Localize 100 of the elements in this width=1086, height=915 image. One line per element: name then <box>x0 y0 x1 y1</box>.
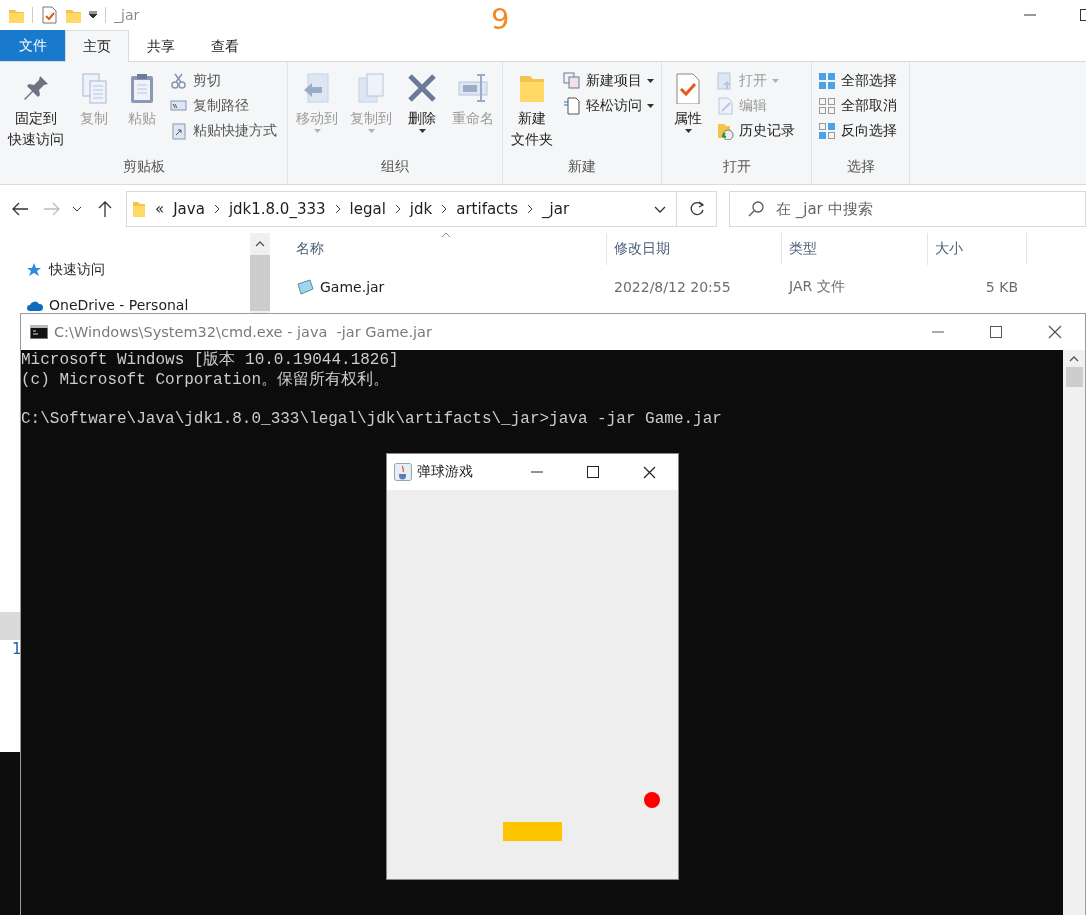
ribbon-tab[interactable]: 主页 <box>65 30 129 62</box>
group-label: 选择 <box>845 158 876 176</box>
scroll-up-icon[interactable] <box>255 241 265 247</box>
window-title: 弹球游戏 <box>417 463 473 481</box>
console-line: (c) Microsoft Corporation。保留所有权利。 <box>21 370 391 390</box>
chevron-right-icon <box>441 204 448 214</box>
caret-icon <box>772 79 779 83</box>
sort-caret-icon[interactable] <box>441 232 451 238</box>
new-item-icon <box>563 72 581 90</box>
ribbon-button[interactable]: 历史记录 <box>714 120 797 142</box>
button-label: 删除 <box>408 109 436 128</box>
chevron-down-icon[interactable] <box>654 205 667 213</box>
ribbon-button[interactable]: 新建项目 <box>561 70 656 92</box>
group-label: 打开 <box>721 158 752 176</box>
chevron-down-icon[interactable] <box>72 206 82 212</box>
ribbon-button[interactable]: 全部取消 <box>816 95 899 117</box>
scrollbar-thumb[interactable] <box>1065 367 1083 387</box>
table-cell-text: JAR 文件 <box>787 277 846 296</box>
scroll-up-icon[interactable] <box>1069 356 1079 362</box>
breadcrumb-item[interactable]: _jar <box>542 200 570 218</box>
caret-icon <box>367 129 375 133</box>
breadcrumb-item[interactable]: legal <box>349 200 386 218</box>
scrollbar-thumb[interactable] <box>250 255 270 311</box>
chevron-right-icon <box>213 204 220 214</box>
history-icon <box>716 122 734 140</box>
column-header[interactable]: 大小 <box>928 233 1027 265</box>
annotation-number: 9 <box>491 2 510 36</box>
refresh-icon <box>688 201 705 217</box>
java-cup-icon <box>394 463 412 481</box>
ribbon-button[interactable]: 粘贴快捷方式 <box>168 120 279 142</box>
edit-icon <box>716 97 734 115</box>
caret-icon <box>313 129 321 133</box>
button-label: 粘贴 <box>128 109 156 128</box>
group-label: 剪贴板 <box>121 158 166 176</box>
ribbon-button[interactable]: 反向选择 <box>816 120 899 142</box>
console-line: Microsoft Windows [版本 10.0.19044.1826] <box>21 351 400 371</box>
select-all-icon <box>818 72 836 90</box>
ribbon-button[interactable]: 删除 <box>400 68 444 158</box>
address-bar[interactable]: « Java jdk1.8.0_333 legal jdk artifacts _jar <box>126 191 678 227</box>
scrollbar[interactable] <box>1063 350 1085 915</box>
table-cell-text: 2022/8/12 20:55 <box>613 278 732 297</box>
console-prompt: C:\Software\Java\jdk1.8.0_333\legal\jdk\artifacts\_jar>java -jar Game.jar <box>21 409 723 429</box>
search-input[interactable]: 在 _jar 中搜索 <box>773 199 1078 219</box>
button-label: 固定到 <box>15 109 57 128</box>
caret-icon[interactable] <box>89 11 97 19</box>
chevron-right-icon <box>334 204 341 214</box>
breadcrumb-item[interactable]: jdk1.8.0_333 <box>228 200 326 218</box>
close-icon[interactable] <box>1048 325 1062 339</box>
file-name[interactable]: Game.jar <box>270 271 607 303</box>
maximize-icon[interactable] <box>990 326 1002 338</box>
jar-file-icon <box>296 279 314 295</box>
scrollbar[interactable] <box>250 233 270 313</box>
column-header[interactable]: 修改日期 <box>607 233 782 265</box>
caret-icon <box>684 129 692 133</box>
button-label: 复制到 <box>350 109 392 128</box>
up-arrow-icon[interactable] <box>98 201 112 217</box>
button-label: 新建 <box>518 109 546 128</box>
properties-icon[interactable] <box>41 6 57 24</box>
folder-icon <box>8 7 24 23</box>
ribbon-button[interactable]: 轻松访问 <box>561 95 656 117</box>
invert-selection-icon <box>818 122 836 140</box>
breadcrumb-item[interactable]: artifacts <box>456 200 519 218</box>
refresh-button[interactable] <box>677 191 717 227</box>
rename-icon <box>457 72 489 104</box>
search-field[interactable]: 在 _jar 中搜索 <box>728 191 1086 227</box>
ribbon-button[interactable]: 固定到 快速访问 <box>4 68 68 158</box>
ribbon-button[interactable]: 复制路径 <box>168 95 279 117</box>
ribbon-tab[interactable]: 查看 <box>193 30 257 62</box>
caret-icon <box>647 79 654 83</box>
button-label: 重命名 <box>452 109 494 128</box>
file-menu-tab[interactable]: 文件 <box>0 30 65 61</box>
button-label: 属性 <box>674 109 702 128</box>
nav-item[interactable]: OneDrive - Personal <box>0 297 250 311</box>
breadcrumb-item[interactable]: Java <box>173 200 205 218</box>
ribbon-button[interactable]: 新建 文件夹 <box>507 68 557 158</box>
group-label: 新建 <box>567 158 597 176</box>
button-label: 文件夹 <box>511 130 553 149</box>
close-icon[interactable] <box>643 465 656 479</box>
column-header[interactable]: 名称 <box>270 233 607 265</box>
window-title: C:\Windows\System32\cmd.exe - java -jar Game.jar <box>54 324 432 340</box>
nav-item[interactable]: 快速访问 <box>0 255 250 285</box>
folder-icon <box>132 200 146 218</box>
column-header[interactable]: 类型 <box>782 233 928 265</box>
chevron-right-icon <box>394 204 401 214</box>
scissors-icon <box>170 72 188 90</box>
console-icon <box>30 325 48 339</box>
shortcut-icon <box>170 122 188 140</box>
overflow-chevron[interactable]: « <box>155 200 165 218</box>
select-none-icon <box>818 97 836 115</box>
back-arrow-icon[interactable] <box>12 202 28 216</box>
button-label: 复制 <box>80 109 108 128</box>
breadcrumb-item[interactable]: jdk <box>409 200 433 218</box>
maximize-icon[interactable] <box>587 466 599 478</box>
button-label: 快速访问 <box>8 130 64 149</box>
ribbon-button[interactable]: 属性 <box>666 68 710 158</box>
ribbon-button[interactable]: 全部选择 <box>816 70 899 92</box>
ribbon-button[interactable]: 剪切 <box>168 70 279 92</box>
star-icon <box>26 262 43 278</box>
ribbon-tab[interactable]: 共享 <box>129 30 193 62</box>
caret-icon <box>647 104 654 108</box>
